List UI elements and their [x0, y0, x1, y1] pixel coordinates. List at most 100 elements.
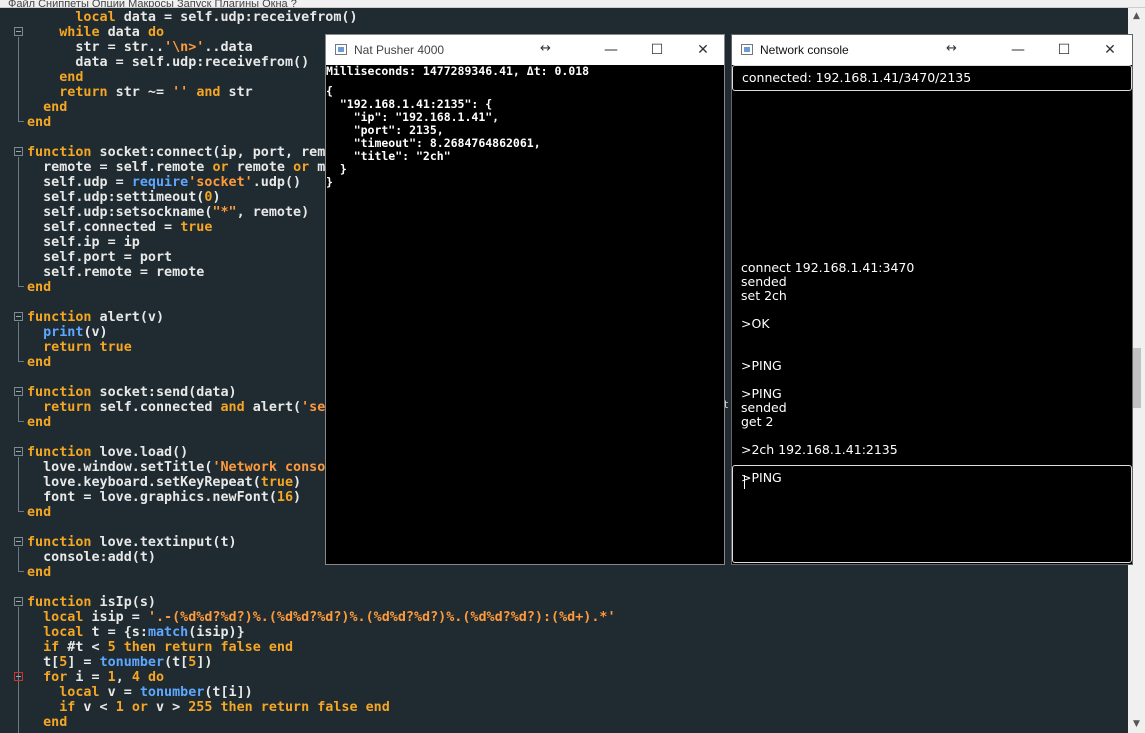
code-token: for — [43, 670, 68, 685]
app-icon — [741, 44, 753, 55]
code-token: remote — [228, 160, 294, 175]
code-token: alert( — [244, 400, 302, 415]
fold-toggle-icon[interactable] — [14, 147, 23, 156]
menu-bar: Файл Сниппеты Опции Макросы Запуск Плаги… — [0, 0, 1145, 8]
code-token: self.ip = ip — [27, 235, 140, 250]
code-line: local data = self.udp:receivefrom() — [27, 10, 616, 25]
code-token: '\n>' — [164, 40, 205, 55]
nat-pusher-window[interactable]: Nat Pusher 4000 ↔ — ☐ ✕ Milliseconds: 14… — [325, 34, 725, 565]
code-token: and — [220, 400, 245, 415]
code-token: isip = — [83, 610, 148, 625]
fold-toggle-icon[interactable] — [14, 387, 23, 396]
network-console-titlebar[interactable]: Network console ↔ — ☐ ✕ — [732, 35, 1132, 65]
code-token: 4 — [131, 670, 140, 685]
fold-toggle-icon[interactable] — [14, 447, 23, 456]
code-token: str = str.. — [27, 40, 165, 55]
code-token: data — [99, 25, 148, 40]
scroll-thumb[interactable] — [1132, 348, 1141, 408]
console-input[interactable] — [732, 465, 1132, 563]
code-token: , remote) — [236, 205, 310, 220]
code-token: str ~= — [107, 85, 173, 100]
fold-toggle-icon[interactable] — [14, 597, 23, 606]
code-token: return true — [43, 340, 132, 355]
fold-line — [18, 397, 19, 421]
code-token: love.keyboard.setKeyRepeat( — [27, 475, 261, 490]
code-token: print — [43, 325, 84, 340]
code-token: 1 — [107, 670, 116, 685]
fold-line — [18, 457, 19, 511]
window-title: Nat Pusher 4000 — [354, 43, 445, 57]
code-token: end — [27, 355, 52, 370]
code-token: ) — [212, 190, 221, 205]
scroll-down-icon[interactable]: ▼ — [1128, 716, 1145, 733]
maximize-button[interactable]: ☐ — [1041, 35, 1087, 65]
close-button[interactable]: ✕ — [680, 35, 726, 65]
fold-end — [18, 511, 24, 512]
nat-pusher-titlebar[interactable]: Nat Pusher 4000 ↔ — ☐ ✕ — [326, 35, 724, 65]
fold-gutter — [0, 8, 26, 733]
code-token: end — [59, 70, 84, 85]
code-token: function — [27, 445, 92, 460]
fold-toggle-icon[interactable] — [14, 27, 23, 36]
code-token: self.remote = remote — [27, 265, 205, 280]
code-token: or — [293, 160, 310, 175]
minimize-button[interactable]: — — [995, 35, 1041, 65]
code-token: local — [43, 610, 84, 625]
code-token: end — [27, 565, 52, 580]
code-token: tonumber — [99, 655, 165, 670]
move-icon: ↔ — [946, 41, 957, 56]
code-token: if — [43, 640, 60, 655]
scroll-up-icon[interactable]: ▲ — [1128, 8, 1145, 25]
fold-end — [18, 361, 24, 362]
code-token: function — [27, 145, 92, 160]
code-token: local — [43, 625, 84, 640]
code-token: true — [180, 220, 213, 235]
code-token: .udp() — [252, 175, 302, 190]
code-token: return — [43, 400, 92, 415]
fold-toggle-icon[interactable] — [14, 672, 23, 681]
network-console-window[interactable]: Network console ↔ — ☐ ✕ connected: 192.1… — [731, 34, 1133, 565]
code-token: v > — [147, 700, 189, 715]
fold-toggle-icon[interactable] — [14, 312, 23, 321]
code-token: self.connected = — [27, 220, 181, 235]
move-icon: ↔ — [540, 41, 551, 56]
fold-toggle-icon[interactable] — [14, 537, 23, 546]
code-token: function — [27, 385, 92, 400]
code-token: then return false end — [123, 640, 294, 655]
code-token: self.udp:settimeout( — [27, 190, 205, 205]
menu-bar-text: Файл Сниппеты Опции Макросы Запуск Плаги… — [8, 0, 297, 8]
code-line: if #t < 5 then return false end — [27, 640, 616, 655]
code-token: console:add(t) — [27, 550, 156, 565]
minimize-button[interactable]: — — [588, 35, 634, 65]
code-token: return — [59, 85, 108, 100]
close-button[interactable]: ✕ — [1087, 35, 1133, 65]
maximize-button[interactable]: ☐ — [634, 35, 680, 65]
code-token: self.port = port — [27, 250, 173, 265]
code-token: tonumber — [139, 685, 205, 700]
code-token: match — [147, 625, 189, 640]
code-token: ] = — [67, 655, 100, 670]
code-token: require — [131, 175, 189, 190]
code-token: i = — [67, 670, 108, 685]
fold-line — [18, 157, 19, 286]
fold-line — [18, 322, 19, 361]
code-token: or — [131, 700, 148, 715]
code-token: isIp(s) — [91, 595, 156, 610]
code-token: love.window.setTitle( — [27, 460, 213, 475]
code-token: 'Network conso — [212, 460, 326, 475]
code-token: do — [147, 25, 165, 40]
stats-line: Milliseconds: 1477289346.41, Δt: 0.018 — [326, 64, 590, 78]
code-token: v < — [75, 700, 116, 715]
code-token: self.udp = — [27, 175, 132, 190]
